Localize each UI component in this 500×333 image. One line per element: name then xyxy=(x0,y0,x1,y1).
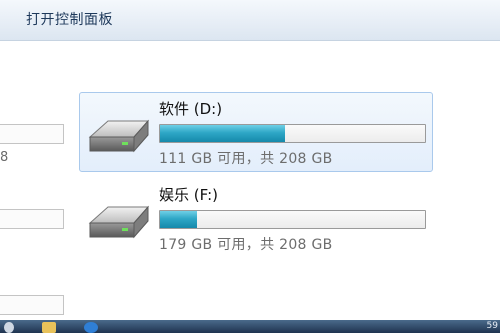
hard-drive-icon xyxy=(88,205,150,239)
drive-item-d[interactable]: 软件 (D:) 111 GB 可用，共 208 GB xyxy=(79,92,433,172)
drive-free-space: 179 GB 可用，共 208 GB xyxy=(159,237,333,253)
drive-free-space: 111 GB 可用，共 208 GB xyxy=(159,151,333,167)
drive-usage-bar xyxy=(159,210,426,229)
partial-usage-bar xyxy=(0,209,64,229)
partial-usage-bar xyxy=(0,124,64,144)
clock[interactable]: 59 xyxy=(487,321,498,331)
drive-usage-fill xyxy=(160,125,285,142)
start-icon[interactable] xyxy=(4,322,14,333)
drive-name: 软件 (D:) xyxy=(159,100,223,118)
partial-free-text: 8 xyxy=(0,150,9,165)
folder-icon[interactable] xyxy=(42,322,56,333)
drive-usage-fill xyxy=(160,211,198,228)
browser-icon[interactable] xyxy=(84,322,98,333)
taskbar: 59 xyxy=(0,320,500,333)
drive-item-f[interactable]: 娱乐 (F:) 179 GB 可用，共 208 GB xyxy=(79,178,433,258)
hard-drive-icon xyxy=(88,119,150,153)
drive-usage-bar xyxy=(159,124,426,143)
command-bar: 打开控制面板 xyxy=(0,0,500,41)
open-control-panel-button[interactable]: 打开控制面板 xyxy=(26,9,113,29)
partial-usage-bar xyxy=(0,295,64,315)
drive-name: 娱乐 (F:) xyxy=(159,186,218,204)
